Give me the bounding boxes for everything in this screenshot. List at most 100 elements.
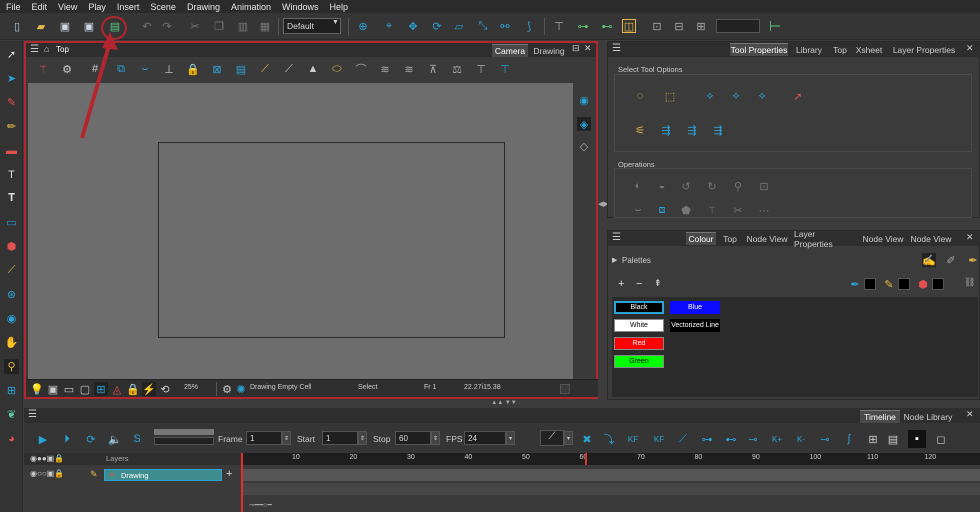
stamp-icon[interactable]: ⊥ [162, 62, 176, 76]
sound-icon[interactable]: 🔈 [108, 432, 122, 446]
snap-option-icon[interactable]: ⟡ [729, 89, 743, 103]
light-icon[interactable]: ▲ [306, 62, 320, 76]
pivot-option-icon[interactable]: ⟡ [703, 89, 717, 103]
menu-icon[interactable]: ☰ [28, 409, 37, 420]
menu-file[interactable]: File [6, 2, 21, 12]
start-field[interactable]: 1 [322, 431, 358, 445]
splitter-vertical[interactable]: ◀▶ [598, 200, 609, 218]
frame-field[interactable]: 1 [246, 431, 282, 445]
tab-node-view-3[interactable]: Node View [910, 232, 952, 245]
onion-icon[interactable]: ⌣ [138, 62, 152, 76]
grid-tool-icon[interactable]: ⊞ [4, 383, 19, 398]
envelope-icon[interactable]: ⧈ [655, 203, 669, 217]
stop-marker[interactable] [585, 453, 587, 465]
flip-horizontal-icon[interactable]: ◐ [631, 179, 645, 193]
link-icon[interactable]: ⛓ [964, 277, 975, 288]
contour-editor-icon[interactable]: ➤ [4, 71, 19, 86]
ruler-icon[interactable]: ⟋ [258, 62, 272, 76]
tab-colour[interactable]: Colour [686, 232, 716, 245]
menu-icon[interactable]: ☰ [612, 232, 621, 243]
eraser-tool-icon[interactable]: ▬ [4, 143, 19, 158]
swatch-vectorized-line[interactable]: Vectorized Line [670, 319, 720, 332]
mirror-icon[interactable]: ⬭ [330, 62, 344, 76]
stop-stepper[interactable]: ⇕ [431, 431, 440, 445]
bulb-icon[interactable]: 💡 [30, 382, 44, 396]
tab-tool-properties[interactable]: Tool Properties [730, 43, 788, 56]
feather-tool-icon[interactable]: ❦ [4, 407, 19, 422]
motion-icon[interactable]: ✖ [580, 432, 594, 446]
tab-drawing[interactable]: Drawing [530, 44, 568, 57]
gear-blue-icon[interactable]: ✺ [234, 382, 248, 396]
lasso-icon[interactable]: ◌ [633, 89, 647, 103]
tab-node-view-2[interactable]: Node View [862, 232, 904, 245]
menu-icon[interactable]: ☰ [612, 43, 621, 54]
layer-row-drawing[interactable]: ◉○○▣🔒 ✎ Drawing ✦ + [24, 468, 242, 481]
layer-frames-track[interactable] [242, 469, 980, 481]
zoom-slider[interactable]: ⊸━━○━ [249, 501, 309, 509]
scrub-icon[interactable]: S [130, 432, 144, 446]
remove-colour-icon[interactable]: − [636, 278, 642, 290]
swatch-red[interactable]: Red [614, 337, 664, 350]
dropper-tool-icon[interactable]: ⟋ [4, 263, 19, 278]
onion-skin-icon[interactable]: ⊟ [672, 19, 686, 33]
rotation-icon[interactable]: ⟲ [158, 382, 172, 396]
tab-layer-properties[interactable]: Layer Properties [794, 229, 856, 249]
smooth-icon[interactable]: ⇶ [659, 123, 673, 137]
shape-icon[interactable]: ⌒ [354, 62, 368, 76]
tab-top[interactable]: Top [830, 43, 850, 56]
ease-curve-icon[interactable]: ∫ [842, 432, 856, 446]
menu-scene[interactable]: Scene [150, 2, 176, 12]
hand-tool-icon[interactable]: ✋ [4, 335, 19, 350]
snap-icon[interactable]: ⊡ [650, 19, 664, 33]
merge-icon[interactable]: ⚚ [705, 203, 719, 217]
text-tool-icon[interactable]: T [4, 167, 19, 182]
fill-colour-icon[interactable]: ✎ [882, 277, 896, 291]
add-colour-icon[interactable]: + [618, 278, 624, 290]
menu-windows[interactable]: Windows [282, 2, 319, 12]
keyframe-nav-icon[interactable]: ⊷ [724, 432, 738, 446]
brush-tool-icon[interactable]: ✎ [4, 95, 19, 110]
shield-icon[interactable]: ⬟ [679, 203, 693, 217]
dash-icon[interactable]: ⋯ [757, 203, 771, 217]
play-selection-icon[interactable]: ⏵ [60, 432, 74, 446]
open-scene-icon[interactable]: ▰ [34, 19, 48, 33]
brush-colour-icon[interactable]: ✍ [922, 253, 936, 267]
curve-icon[interactable]: ⊸ [746, 432, 760, 446]
ease-dropdown[interactable]: ▾ [564, 431, 573, 445]
tab-layer-properties[interactable]: Layer Properties [888, 43, 960, 56]
speed-slider[interactable] [154, 429, 214, 435]
next-key-icon[interactable]: K- [794, 432, 808, 446]
add-layer-icon[interactable]: + [226, 468, 232, 480]
transform-icon[interactable]: ⌖ [382, 19, 396, 33]
flip-vertical-icon[interactable]: ◒ [655, 179, 669, 193]
crop-icon[interactable]: ⊤ [474, 62, 488, 76]
play-icon[interactable]: ▶ [36, 432, 50, 446]
eyedropper-icon[interactable]: ✐ [944, 253, 958, 267]
tab-node-library[interactable]: Node Library [902, 410, 954, 423]
safe-area-icon[interactable]: ▭ [62, 382, 76, 396]
select-tool-icon[interactable]: ➚ [4, 47, 19, 62]
stop-motion-icon[interactable]: ⊶ [700, 432, 714, 446]
menu-insert[interactable]: Insert [117, 2, 140, 12]
contour-option-icon[interactable]: ⟡ [755, 89, 769, 103]
add-keyframe-icon[interactable]: ⊶ [576, 19, 590, 33]
reset-icon[interactable]: ◫ [622, 19, 636, 33]
apply-icon[interactable]: ⚟ [633, 123, 647, 137]
layer-name-box[interactable]: Drawing ✦ [104, 469, 222, 481]
onion-field[interactable] [716, 19, 760, 33]
new-scene-icon[interactable]: ▯ [10, 19, 24, 33]
cursor-icon[interactable]: ➚ [791, 89, 805, 103]
scale-icon[interactable]: ⤡ [476, 19, 490, 33]
loop-icon[interactable]: ⟳ [84, 432, 98, 446]
copy-icon[interactable]: ❐ [212, 19, 226, 33]
optimize-icon[interactable]: ⇶ [711, 123, 725, 137]
stop-field[interactable]: 60 [395, 431, 431, 445]
padlock-icon[interactable]: 🔒 [126, 382, 140, 396]
playhead[interactable] [241, 453, 243, 512]
bone-icon[interactable]: ⚯ [498, 19, 512, 33]
keyframe-icon[interactable]: ⊷ [600, 19, 614, 33]
home-icon[interactable]: ⌂ [44, 44, 49, 54]
palettes-label[interactable]: Palettes [622, 256, 651, 265]
float-icon[interactable]: ⊟ [572, 43, 580, 54]
stack-icon[interactable]: ≋ [378, 62, 392, 76]
